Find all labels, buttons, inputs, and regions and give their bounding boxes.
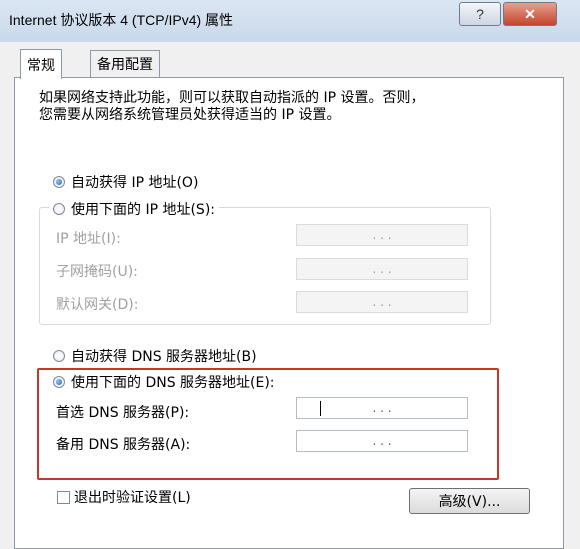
tab-alternate-config[interactable]: 备用配置 <box>90 50 160 77</box>
close-icon: ✕ <box>524 5 536 22</box>
ip-auto-radio[interactable]: 自动获得 IP 地址(O) <box>53 172 198 192</box>
tab-general[interactable]: 常规 <box>20 49 62 79</box>
intro-text: 如果网络支持此功能，则可以获取自动指派的 IP 设置。否则， 您需要从网络系统管… <box>39 90 424 124</box>
subnet-mask-input[interactable]: . . . <box>296 258 468 280</box>
subnet-mask-label: 子网掩码(U): <box>56 264 138 280</box>
radio-unchecked-icon <box>53 203 65 215</box>
checkbox-icon <box>57 490 70 504</box>
advanced-button[interactable]: 高级(V)... <box>409 488 530 514</box>
validate-on-exit-checkbox[interactable]: 退出时验证设置(L) <box>57 487 191 507</box>
dns-auto-label: 自动获得 DNS 服务器地址(B) <box>71 349 257 365</box>
ip-address-input[interactable]: . . . <box>296 224 468 246</box>
ip-manual-radio[interactable]: 使用下面的 IP 地址(S): <box>49 199 219 219</box>
title-bar: Internet 协议版本 4 (TCP/IPv4) 属性 ? ✕ <box>0 0 580 42</box>
radio-checked-icon <box>53 176 65 188</box>
window-title: Internet 协议版本 4 (TCP/IPv4) 属性 <box>9 12 234 28</box>
validate-on-exit-label: 退出时验证设置(L) <box>74 490 191 506</box>
close-button[interactable]: ✕ <box>503 2 557 26</box>
intro-line-1: 如果网络支持此功能，则可以获取自动指派的 IP 设置。否则， <box>39 90 425 106</box>
help-icon: ? <box>476 6 484 22</box>
dns-highlight-box <box>37 368 499 480</box>
ip-auto-label: 自动获得 IP 地址(O) <box>71 175 199 191</box>
default-gateway-input[interactable]: . . . <box>296 291 468 313</box>
default-gateway-label: 默认网关(D): <box>56 297 139 313</box>
radio-unchecked-icon <box>53 350 65 362</box>
ip-manual-label: 使用下面的 IP 地址(S): <box>71 202 215 218</box>
intro-line-2: 您需要从网络系统管理员处获得适当的 IP 设置。 <box>39 107 341 123</box>
ip-address-label: IP 地址(I): <box>56 231 121 247</box>
dns-auto-radio[interactable]: 自动获得 DNS 服务器地址(B) <box>53 346 257 366</box>
help-button[interactable]: ? <box>459 2 501 26</box>
